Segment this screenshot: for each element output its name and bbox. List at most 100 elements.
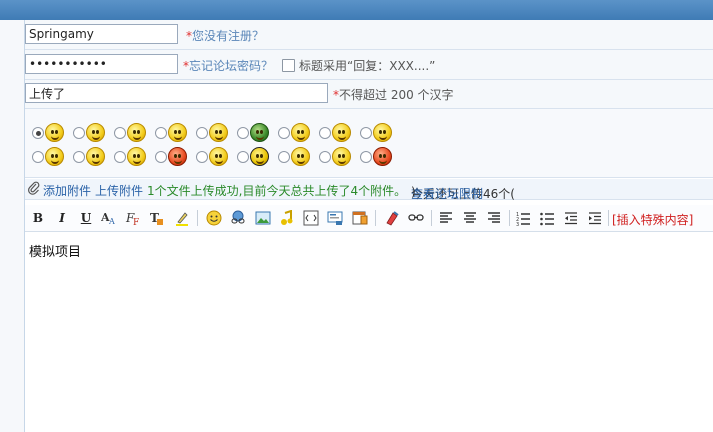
smiley-option-grin[interactable] xyxy=(114,122,155,144)
indent-icon[interactable] xyxy=(586,209,604,227)
smiley-radio[interactable] xyxy=(32,127,44,139)
quote-icon[interactable] xyxy=(326,209,344,227)
underline-button[interactable]: U xyxy=(77,209,95,227)
unlink-icon[interactable] xyxy=(407,209,425,227)
smiley-option-cry[interactable] xyxy=(114,146,155,168)
password-row: *忘记论坛密码？ 标题采用“回复：XXX....” xyxy=(25,50,713,80)
smiley-option-hammer[interactable] xyxy=(319,146,360,168)
smiley-radio[interactable] xyxy=(32,151,44,163)
align-center-icon[interactable] xyxy=(461,209,479,227)
smiley-radio[interactable] xyxy=(278,127,290,139)
smiley-radio[interactable] xyxy=(237,127,249,139)
smilies-row-1 xyxy=(32,122,401,146)
table-icon[interactable] xyxy=(351,209,369,227)
sad-smiley-icon[interactable] xyxy=(86,147,105,166)
add-attachment-link[interactable]: 添加附件 xyxy=(43,182,91,199)
smiley-radio[interactable] xyxy=(155,151,167,163)
italic-button[interactable]: I xyxy=(53,209,71,227)
tongue-smiley-icon[interactable] xyxy=(209,123,228,142)
smiley-option-shocked[interactable] xyxy=(278,122,319,144)
toolbar-separator xyxy=(608,210,609,226)
angry-smiley-icon[interactable] xyxy=(168,147,187,166)
image-icon[interactable] xyxy=(254,209,272,227)
smiley-option-sleepy[interactable] xyxy=(73,122,114,144)
smiley-radio[interactable] xyxy=(114,127,126,139)
remove-format-icon[interactable] xyxy=(383,209,401,227)
forgot-password-link[interactable]: *忘记论坛密码？ xyxy=(183,57,273,74)
unhappy-smiley-icon[interactable] xyxy=(291,147,310,166)
subject-input[interactable] xyxy=(25,83,328,103)
smiley-radio[interactable] xyxy=(278,151,290,163)
confused-smiley-icon[interactable] xyxy=(373,123,392,142)
smiley-radio[interactable] xyxy=(73,151,85,163)
smiley-option-angry[interactable] xyxy=(155,146,196,168)
wink-smiley-icon[interactable] xyxy=(209,147,228,166)
smile-smiley-icon[interactable] xyxy=(45,123,64,142)
shocked-smiley-icon[interactable] xyxy=(291,123,310,142)
reply-title-option[interactable]: 标题采用“回复：XXX....” xyxy=(282,57,435,74)
grin-smiley-icon[interactable] xyxy=(127,123,146,142)
smiley-radio[interactable] xyxy=(196,151,208,163)
smiley-radio[interactable] xyxy=(155,127,167,139)
smiley-radio[interactable] xyxy=(319,151,331,163)
subject-hint: *不得超过 200 个汉字 xyxy=(333,88,454,102)
editor-toolbar: B I U AA FF T 1 2 3 [插入特殊内容] xyxy=(25,205,713,232)
smiley-radio[interactable] xyxy=(360,151,372,163)
code-icon[interactable] xyxy=(302,209,320,227)
toolbar-separator xyxy=(431,210,432,226)
smiley-radio[interactable] xyxy=(237,151,249,163)
smiley-option-tongue[interactable] xyxy=(196,122,237,144)
smiley-option-confused[interactable] xyxy=(360,122,401,144)
green-smiley-icon[interactable] xyxy=(250,123,269,142)
smiley-radio[interactable] xyxy=(319,127,331,139)
unordered-list-icon[interactable] xyxy=(538,209,556,227)
cry-smiley-icon[interactable] xyxy=(127,147,146,166)
love-smiley-icon[interactable] xyxy=(168,123,187,142)
font-size-icon[interactable]: FF xyxy=(124,209,142,227)
outdent-icon[interactable] xyxy=(562,209,580,227)
hammer-smiley-icon[interactable] xyxy=(332,147,351,166)
message-editor[interactable]: 模拟项目 xyxy=(25,232,713,432)
smiley-option-green[interactable] xyxy=(237,122,278,144)
toolbar-separator xyxy=(197,210,198,226)
smiley-radio[interactable] xyxy=(114,151,126,163)
upload-status: 1个文件上传成功,目前今天总共上传了4个附件。 xyxy=(147,184,407,198)
smiley-option-unhappy[interactable] xyxy=(278,146,319,168)
smiley-option-smile[interactable] xyxy=(32,122,73,144)
smiley-icon[interactable] xyxy=(205,209,223,227)
paperclip-icon xyxy=(28,181,40,198)
ordered-list-icon[interactable]: 123 xyxy=(514,209,532,227)
smiley-option-mad[interactable] xyxy=(360,146,401,168)
bold-button[interactable]: B xyxy=(29,209,47,227)
font-face-icon[interactable]: AA xyxy=(100,209,118,227)
view-limits-link[interactable]: 查看论坛限制 xyxy=(411,185,483,202)
smiley-option-kiss[interactable] xyxy=(319,122,360,144)
link-icon[interactable] xyxy=(229,209,247,227)
question-smiley-icon[interactable] xyxy=(45,147,64,166)
smiley-option-love[interactable] xyxy=(155,122,196,144)
smiley-radio[interactable] xyxy=(196,127,208,139)
media-icon[interactable] xyxy=(278,209,296,227)
reply-title-checkbox[interactable] xyxy=(282,59,295,72)
smiley-option-wink[interactable] xyxy=(196,146,237,168)
sleepy-smiley-icon[interactable] xyxy=(86,123,105,142)
smiley-option-sad[interactable] xyxy=(73,146,114,168)
insert-special-content-button[interactable]: [插入特殊内容] xyxy=(612,211,693,228)
username-row: *您没有注册？ xyxy=(25,20,713,50)
upload-attachment-link[interactable]: 上传附件 xyxy=(95,182,143,199)
highlight-icon[interactable] xyxy=(173,209,191,227)
cool-smiley-icon[interactable] xyxy=(250,147,269,166)
smilies-panel xyxy=(25,109,713,178)
register-hint[interactable]: *您没有注册？ xyxy=(186,27,264,44)
align-left-icon[interactable] xyxy=(437,209,455,227)
mad-smiley-icon[interactable] xyxy=(373,147,392,166)
password-input[interactable] xyxy=(25,54,178,74)
kiss-smiley-icon[interactable] xyxy=(332,123,351,142)
smiley-option-question[interactable] xyxy=(32,146,73,168)
username-input[interactable] xyxy=(25,24,178,44)
smiley-radio[interactable] xyxy=(360,127,372,139)
smiley-option-cool[interactable] xyxy=(237,146,278,168)
text-color-icon[interactable]: T xyxy=(148,209,166,227)
smiley-radio[interactable] xyxy=(73,127,85,139)
align-right-icon[interactable] xyxy=(485,209,503,227)
